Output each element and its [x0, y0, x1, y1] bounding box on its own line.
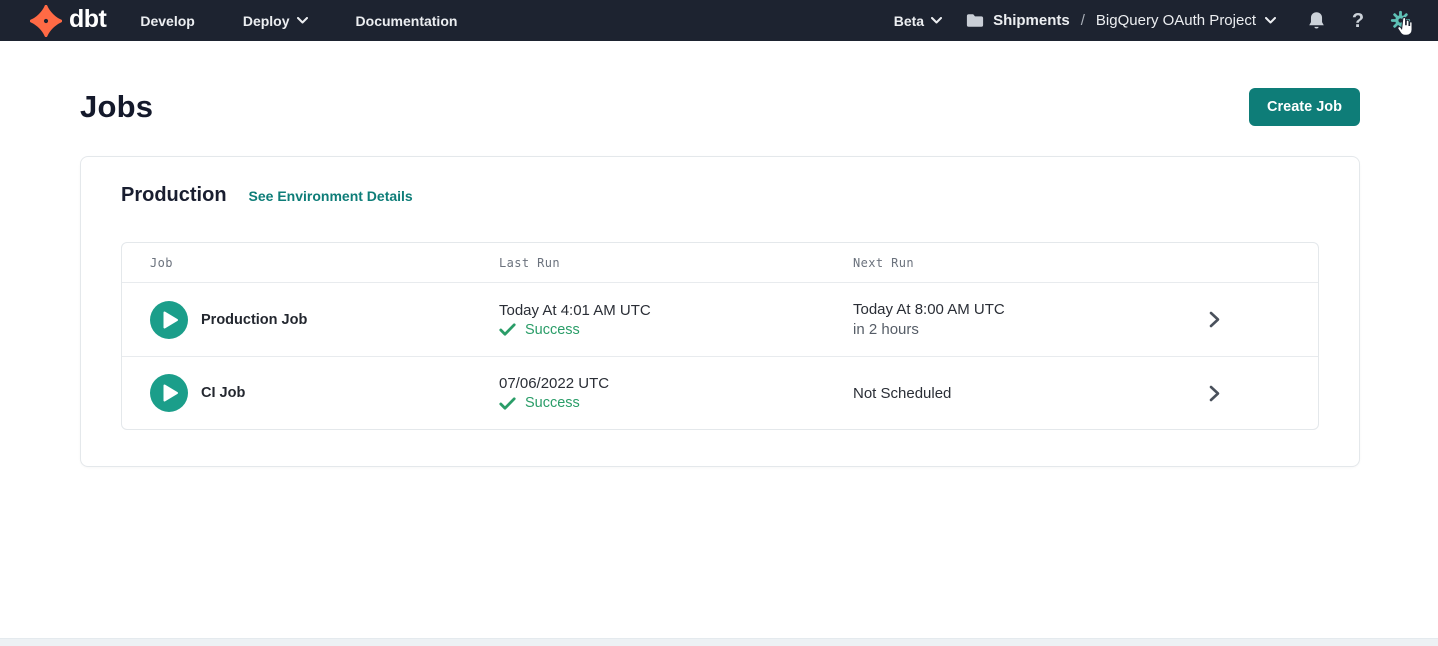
dbt-logo[interactable]: dbt: [30, 5, 106, 37]
job-row-ci[interactable]: CI Job 07/06/2022 UTC Success Not Schedu…: [122, 356, 1318, 429]
gear-icon: [1390, 10, 1411, 31]
nav-item-develop[interactable]: Develop: [140, 13, 206, 29]
run-status-badge: Success: [525, 395, 580, 411]
chevron-right-icon[interactable]: [1209, 385, 1220, 402]
beta-dropdown[interactable]: Beta: [894, 13, 942, 29]
jobs-table-header: Job Last Run Next Run: [122, 243, 1318, 283]
job-name: Production Job: [201, 312, 307, 328]
next-run-time: Today At 8:00 AM UTC: [853, 301, 1168, 318]
page-title: Jobs: [80, 89, 153, 125]
next-run-note: in 2 hours: [853, 321, 1168, 338]
check-icon: [499, 323, 516, 336]
column-header-last-run: Last Run: [499, 256, 853, 270]
create-job-button[interactable]: Create Job: [1249, 88, 1360, 126]
job-row-production[interactable]: Production Job Today At 4:01 AM UTC Succ…: [122, 283, 1318, 356]
horizontal-scrollbar-track[interactable]: [0, 638, 1438, 646]
bell-icon: [1307, 10, 1326, 31]
beta-label: Beta: [894, 13, 924, 29]
help-icon: ?: [1352, 11, 1364, 31]
chevron-down-icon: [297, 17, 308, 24]
column-header-next-run: Next Run: [853, 256, 1168, 270]
settings-button[interactable]: [1388, 9, 1412, 33]
last-run-time: 07/06/2022 UTC: [499, 375, 853, 392]
notifications-button[interactable]: [1304, 9, 1328, 33]
play-icon[interactable]: [150, 374, 188, 412]
jobs-table: Job Last Run Next Run Production Job Tod…: [121, 242, 1319, 430]
check-icon: [499, 397, 516, 410]
breadcrumb-separator: /: [1079, 12, 1087, 29]
nav-item-deploy-label: Deploy: [243, 13, 290, 29]
folder-icon: [966, 13, 984, 28]
next-run-time: Not Scheduled: [853, 385, 1168, 402]
nav-item-documentation[interactable]: Documentation: [344, 13, 470, 29]
chevron-down-icon: [931, 17, 942, 24]
account-name: Shipments: [993, 12, 1070, 29]
dbt-logo-icon: [30, 5, 62, 37]
environment-name: Production: [121, 184, 227, 207]
main-content: Jobs Create Job Production See Environme…: [0, 88, 1438, 467]
help-button[interactable]: ?: [1346, 9, 1370, 33]
see-environment-details-link[interactable]: See Environment Details: [249, 188, 413, 204]
top-nav: dbt Develop Deploy Documentation Beta Sh…: [0, 0, 1438, 41]
play-icon[interactable]: [150, 301, 188, 339]
last-run-time: Today At 4:01 AM UTC: [499, 302, 853, 319]
chevron-down-icon: [1265, 17, 1276, 24]
column-header-job: Job: [150, 256, 499, 270]
project-name: BigQuery OAuth Project: [1096, 12, 1256, 29]
environment-card: Production See Environment Details Job L…: [80, 156, 1360, 467]
chevron-right-icon[interactable]: [1209, 311, 1220, 328]
run-status-badge: Success: [525, 322, 580, 338]
dbt-logo-text: dbt: [69, 7, 106, 35]
nav-item-deploy[interactable]: Deploy: [231, 13, 320, 29]
job-name: CI Job: [201, 385, 245, 401]
project-breadcrumb[interactable]: Shipments / BigQuery OAuth Project: [966, 12, 1276, 29]
